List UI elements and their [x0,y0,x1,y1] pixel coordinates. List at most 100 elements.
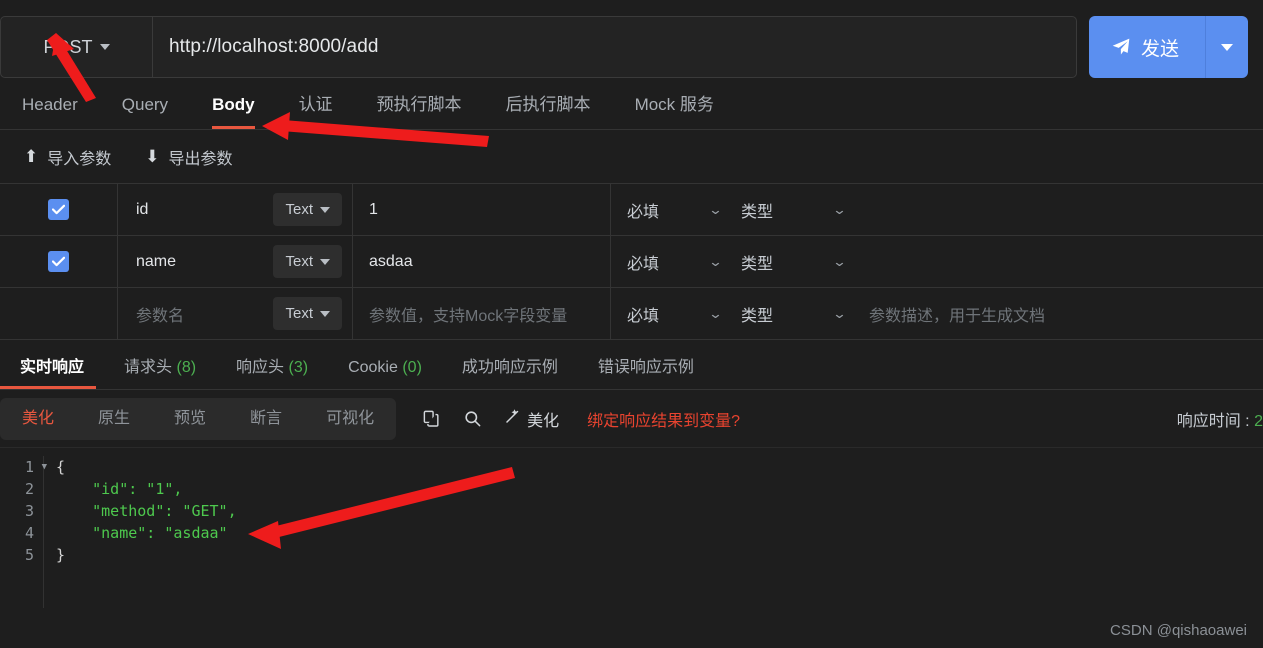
line-number: 2 [24,480,34,498]
send-button-label: 发送 [1140,38,1179,60]
tab-request-headers[interactable]: 请求头 (8) [104,353,216,389]
json-code-content[interactable]: { "id": "1", "method": "GET", "name": "a… [44,456,237,608]
tab-cookie[interactable]: Cookie (0) [328,359,442,389]
chevron-down-icon [99,44,110,50]
send-button[interactable]: 发送 [1088,16,1206,78]
chevron-down-icon: ⌄ [708,201,723,217]
param-value-input[interactable]: asdaa [353,236,611,287]
code-line: "id": "1", [56,480,183,498]
param-desc-input[interactable]: 参数描述，用于生成文档 [859,288,1263,339]
tab-pre-script[interactable]: 预执行脚本 [355,90,484,129]
tab-error-example[interactable]: 错误响应示例 [578,353,714,389]
code-line: { [56,458,66,476]
param-name-input[interactable]: name [136,253,273,271]
fold-arrow-icon[interactable]: ▼ [42,456,47,478]
send-options-button[interactable] [1206,16,1248,78]
tab-request-headers-count: (8) [176,359,197,376]
segment-visualize[interactable]: 可视化 [304,398,396,440]
code-line: "name": "asdaa" [56,524,228,542]
table-row-placeholder: 参数名 Text 参数值，支持Mock字段变量 必填 ⌄ 类型 ⌄ 参数描述，用… [0,288,1263,340]
param-type-dropdown[interactable]: Text [273,245,342,278]
tab-auth[interactable]: 认证 [277,90,355,129]
request-tabs: Header Query Body 认证 预执行脚本 后执行脚本 Mock 服务 [0,78,1263,130]
tab-body[interactable]: Body [190,95,277,129]
table-row: id Text 1 必填 ⌄ 类型 ⌄ [0,184,1263,236]
param-required-select[interactable]: 必填 ⌄ [611,236,735,287]
response-toolbar: 美化 原生 预览 断言 可视化 美化 绑定响应结果到变量? 响应时间: 2 [0,390,1263,448]
magic-wand-icon [504,407,522,430]
segment-preview[interactable]: 预览 [152,398,228,440]
watermark: CSDN @qishaoawei [1110,622,1247,639]
segment-beautify[interactable]: 美化 [0,398,76,440]
tab-success-example[interactable]: 成功响应示例 [442,353,578,389]
response-body-editor[interactable]: 1 ▼ 2 3 4 5 { "id": "1", "method": "GET",… [0,448,1263,608]
url-input[interactable]: http://localhost:8000/add [153,17,1076,77]
tab-response-headers[interactable]: 响应头 (3) [216,353,328,389]
param-value-input[interactable]: 1 [353,184,611,235]
tab-mock-service[interactable]: Mock 服务 [613,90,736,129]
param-name-cell: id Text [118,184,353,235]
param-desc-input[interactable] [859,236,1263,287]
param-type-label: Text [285,305,313,322]
bind-response-to-variable-link[interactable]: 绑定响应结果到变量? [587,407,740,431]
tab-success-example-label: 成功响应示例 [461,359,558,376]
param-name-cell: 参数名 Text [118,288,353,339]
param-datatype-label: 类型 [741,255,774,273]
line-number: 3 [24,502,34,520]
send-button-group: 发送 [1088,16,1248,78]
beautify-wand-button[interactable]: 美化 [504,407,559,431]
tab-response-headers-count: (3) [288,359,309,376]
import-params-button[interactable]: ⬆ 导入参数 [24,145,111,169]
response-time-label: 响应时间 : [1176,412,1250,430]
copy-icon[interactable] [422,409,441,428]
paper-plane-icon [1111,37,1131,57]
chevron-down-icon [320,258,330,265]
response-view-segmented-control: 美化 原生 预览 断言 可视化 [0,397,397,440]
request-bar: POST http://localhost:8000/add 发送 [0,0,1263,78]
param-required-label: 必填 [627,203,660,221]
param-type-label: Text [285,201,313,218]
tab-response-headers-label: 响应头 [236,359,285,376]
param-type-dropdown[interactable]: Text [273,193,342,226]
param-type-label: Text [285,253,313,270]
tab-header[interactable]: Header [0,95,100,129]
param-required-select[interactable]: 必填 ⌄ [611,184,735,235]
param-desc-input[interactable] [859,184,1263,235]
tab-query[interactable]: Query [100,95,190,129]
import-params-label: 导入参数 [47,150,112,168]
body-param-table: id Text 1 必填 ⌄ 类型 ⌄ name Text asdaa 必填 ⌄… [0,184,1263,340]
param-required-label: 必填 [627,255,660,273]
response-time: 响应时间 : 2 [1177,407,1263,431]
search-icon[interactable] [463,409,482,428]
http-method-select[interactable]: POST [1,17,153,77]
segment-assert[interactable]: 断言 [228,398,304,440]
tab-error-example-label: 错误响应示例 [597,359,694,376]
line-number-gutter: 1 ▼ 2 3 4 5 [0,456,47,608]
param-name-input[interactable]: 参数名 [136,302,273,326]
tab-live-response[interactable]: 实时响应 [0,353,104,389]
row-enable-checkbox[interactable] [48,303,69,324]
param-datatype-select[interactable]: 类型 ⌄ [735,288,859,339]
line-number: 1 ▼ [0,456,47,478]
param-name-input[interactable]: id [136,201,273,219]
row-checkbox-cell [0,184,118,235]
export-params-button[interactable]: ⬇ 导出参数 [145,145,232,169]
param-required-select[interactable]: 必填 ⌄ [611,288,735,339]
arrow-up-icon: ⬆ [24,147,39,166]
response-time-value: 2 [1254,412,1263,430]
code-line: "method": "GET", [56,502,237,520]
param-type-dropdown[interactable]: Text [273,297,342,330]
chevron-down-icon [320,206,330,213]
chevron-down-icon: ⌄ [708,305,723,321]
arrow-down-icon: ⬇ [145,147,160,166]
param-datatype-select[interactable]: 类型 ⌄ [735,184,859,235]
url-input-group: POST http://localhost:8000/add [0,16,1077,78]
row-enable-checkbox[interactable] [48,199,69,220]
response-toolbar-icons: 美化 [422,407,559,431]
tab-cookie-count: (0) [402,359,422,376]
param-value-input[interactable]: 参数值，支持Mock字段变量 [353,288,611,339]
segment-raw[interactable]: 原生 [76,398,152,440]
row-enable-checkbox[interactable] [48,251,69,272]
param-datatype-select[interactable]: 类型 ⌄ [735,236,859,287]
tab-post-script[interactable]: 后执行脚本 [484,90,613,129]
